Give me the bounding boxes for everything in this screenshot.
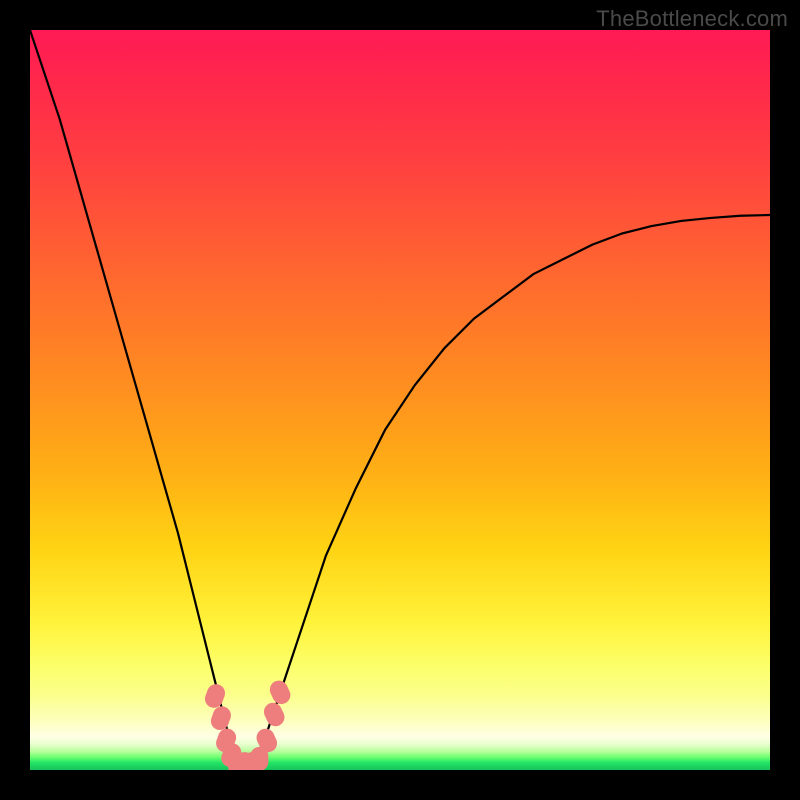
chart-plot-area [30,30,770,770]
bottleneck-curve [30,30,770,765]
valley-marker [261,700,287,729]
valley-marker [202,682,227,711]
chart-curve-layer [30,30,770,770]
valley-marker [208,704,233,733]
watermark-label: TheBottleneck.com [596,6,788,32]
valley-marker [267,678,293,707]
